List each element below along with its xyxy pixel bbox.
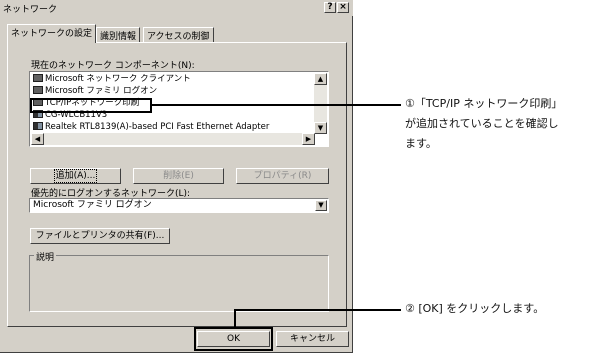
callout-1: ①「TCP/IP ネットワーク印刷」 が追加されていることを確認し ます。 xyxy=(405,97,563,150)
properties-button[interactable]: プロパティ(R) xyxy=(236,168,329,184)
add-button[interactable]: 追加(A)... xyxy=(30,168,121,184)
network-adapter-icon xyxy=(33,122,43,130)
description-group xyxy=(29,255,329,312)
triangle-up-icon[interactable]: ▲ xyxy=(314,73,327,85)
chevron-down-icon[interactable]: ▼ xyxy=(315,200,327,211)
network-component-icon xyxy=(33,74,43,82)
network-dialog: ネットワーク ? × ネットワークの設定 識別情報 アクセスの制御 現在のネット… xyxy=(0,0,353,353)
tab-access-control[interactable]: アクセスの制御 xyxy=(143,27,214,42)
callout-line-2-vertical xyxy=(234,309,236,328)
remove-button[interactable]: 削除(E) xyxy=(133,168,224,184)
triangle-right-icon[interactable]: ▶ xyxy=(302,133,315,145)
callout-line-2-horizontal xyxy=(234,309,401,311)
file-print-sharing-button[interactable]: ファイルとプリンタの共有(F)... xyxy=(30,228,170,244)
tab-network-settings[interactable]: ネットワークの設定 xyxy=(7,24,97,43)
list-item[interactable]: Microsoft ファミリ ログオン xyxy=(33,85,157,97)
cancel-button[interactable]: キャンセル xyxy=(276,331,349,347)
description-label: 説明 xyxy=(34,250,57,263)
window-title: ネットワーク xyxy=(3,5,58,15)
triangle-left-icon[interactable]: ◀ xyxy=(31,133,44,145)
network-component-icon xyxy=(33,86,43,94)
components-label: 現在のネットワーク コンポーネント(N): xyxy=(31,61,195,71)
highlight-box-ok xyxy=(194,327,273,351)
list-item[interactable]: Microsoft ネットワーク クライアント xyxy=(33,73,191,85)
list-item[interactable]: Realtek RTL8139(A)-based PCI Fast Ethern… xyxy=(33,121,269,133)
callout-line-1 xyxy=(151,104,401,106)
highlight-box-tcpip xyxy=(30,98,152,113)
help-button[interactable]: ? xyxy=(324,2,336,13)
close-button[interactable]: × xyxy=(337,2,349,13)
title-bar[interactable]: ネットワーク ? × xyxy=(0,0,353,16)
callout-2: ② [OK] をクリックします。 xyxy=(405,302,545,315)
tab-identification[interactable]: 識別情報 xyxy=(96,27,141,42)
logon-select[interactable]: Microsoft ファミリ ログオン ▼ xyxy=(29,198,329,213)
triangle-down-icon[interactable]: ▼ xyxy=(314,122,327,134)
horizontal-scrollbar[interactable]: ◀ ▶ xyxy=(31,133,315,145)
